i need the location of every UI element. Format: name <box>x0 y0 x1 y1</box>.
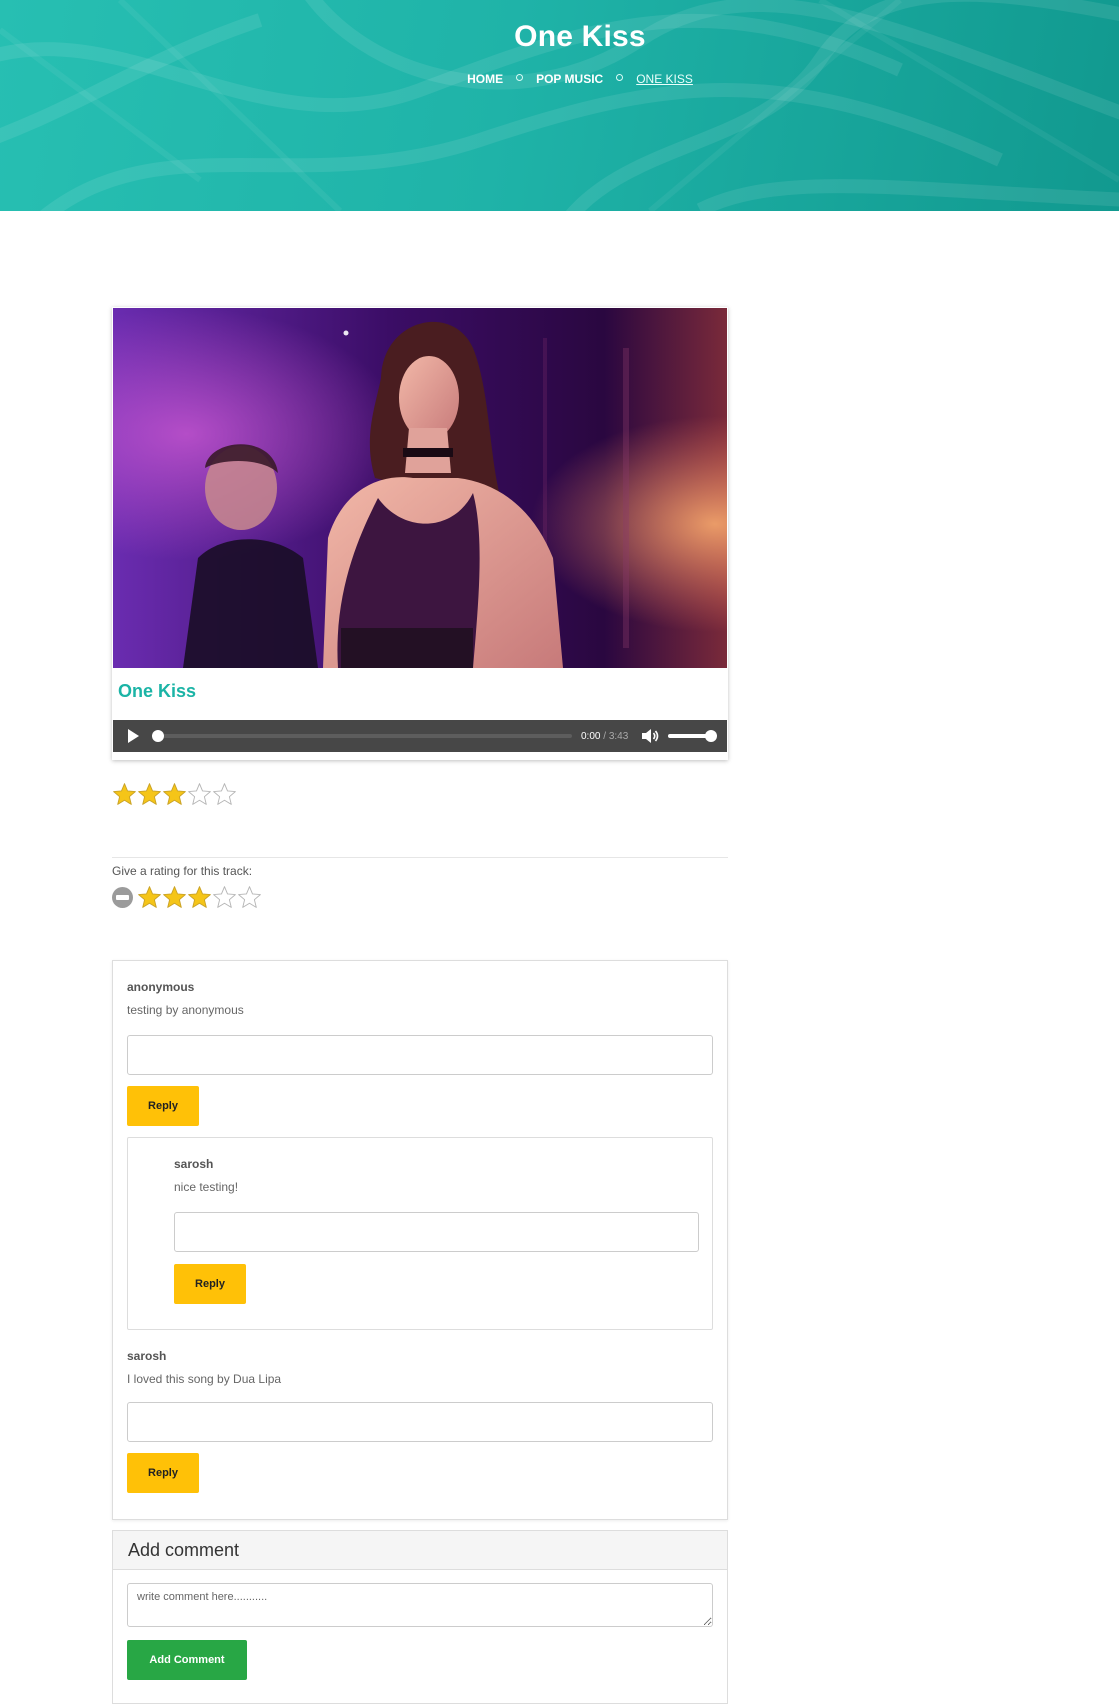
track-name[interactable]: One Kiss <box>118 681 196 702</box>
add-comment-button[interactable]: Add Comment <box>127 1640 247 1680</box>
reply-input[interactable] <box>127 1402 713 1442</box>
star-empty-icon[interactable] <box>237 885 262 910</box>
track-card: One Kiss 0:00 / 3:43 <box>112 307 728 760</box>
volume-handle[interactable] <box>705 730 718 742</box>
add-comment-heading: Add comment <box>113 1531 727 1570</box>
progress-bar[interactable] <box>152 730 572 742</box>
star-filled-icon <box>163 783 186 805</box>
progress-handle[interactable] <box>152 730 164 742</box>
breadcrumb: HOME POP MUSIC ONE KISS <box>0 72 1119 86</box>
comment-text: I loved this song by Dua Lipa <box>127 1372 282 1386</box>
star-filled-icon <box>138 783 161 805</box>
current-time: 0:00 <box>581 730 601 742</box>
reply-button[interactable]: Reply <box>174 1264 246 1304</box>
average-rating-stars <box>112 782 237 807</box>
time-separator: / <box>600 730 609 742</box>
duration: 3:43 <box>608 730 629 742</box>
breadcrumb-current-link[interactable]: ONE KISS <box>636 72 693 86</box>
comment-text: testing by anonymous <box>127 1003 244 1017</box>
star-empty-icon <box>188 783 211 805</box>
breadcrumb-separator-icon <box>516 73 524 81</box>
play-icon[interactable] <box>128 729 139 743</box>
reply-input[interactable] <box>174 1212 699 1252</box>
page-title: One Kiss <box>514 20 646 53</box>
comments-list: anonymous testing by anonymous Reply sar… <box>112 960 728 1520</box>
comment-textarea[interactable] <box>127 1583 713 1627</box>
reply-button[interactable]: Reply <box>127 1086 199 1126</box>
breadcrumb-separator-icon <box>616 73 624 81</box>
comment-author: anonymous <box>127 980 195 994</box>
rating-input-stars <box>137 885 262 910</box>
reply-input[interactable] <box>127 1035 713 1075</box>
star-filled-icon[interactable] <box>187 885 212 910</box>
reply-thread: sarosh nice testing! Reply <box>127 1137 713 1330</box>
comment-text: nice testing! <box>174 1180 239 1194</box>
time-display: 0:00 / 3:43 <box>581 731 628 742</box>
breadcrumb-pop-music-link[interactable]: POP MUSIC <box>536 72 603 86</box>
volume-slider[interactable] <box>668 730 718 742</box>
add-comment-panel: Add comment Add Comment <box>112 1530 728 1704</box>
volume-icon[interactable] <box>640 728 660 744</box>
breadcrumb-home-link[interactable]: HOME <box>467 72 503 86</box>
star-filled-icon[interactable] <box>137 885 162 910</box>
page-hero: One Kiss HOME POP MUSIC ONE KISS <box>0 0 1119 211</box>
star-filled-icon <box>113 783 136 805</box>
star-filled-icon[interactable] <box>162 885 187 910</box>
star-empty-icon <box>213 783 236 805</box>
rating-prompt: Give a rating for this track: <box>112 864 253 878</box>
rating-input <box>112 885 262 910</box>
star-empty-icon[interactable] <box>212 885 237 910</box>
divider <box>112 857 728 858</box>
reply-button[interactable]: Reply <box>127 1453 199 1493</box>
audio-player: 0:00 / 3:43 <box>113 720 727 752</box>
cancel-rating-icon[interactable] <box>112 887 133 908</box>
comment-author: sarosh <box>127 1349 167 1363</box>
comment-author: sarosh <box>174 1157 214 1171</box>
track-cover-image <box>113 308 727 668</box>
track-cover-illustration <box>113 308 727 668</box>
